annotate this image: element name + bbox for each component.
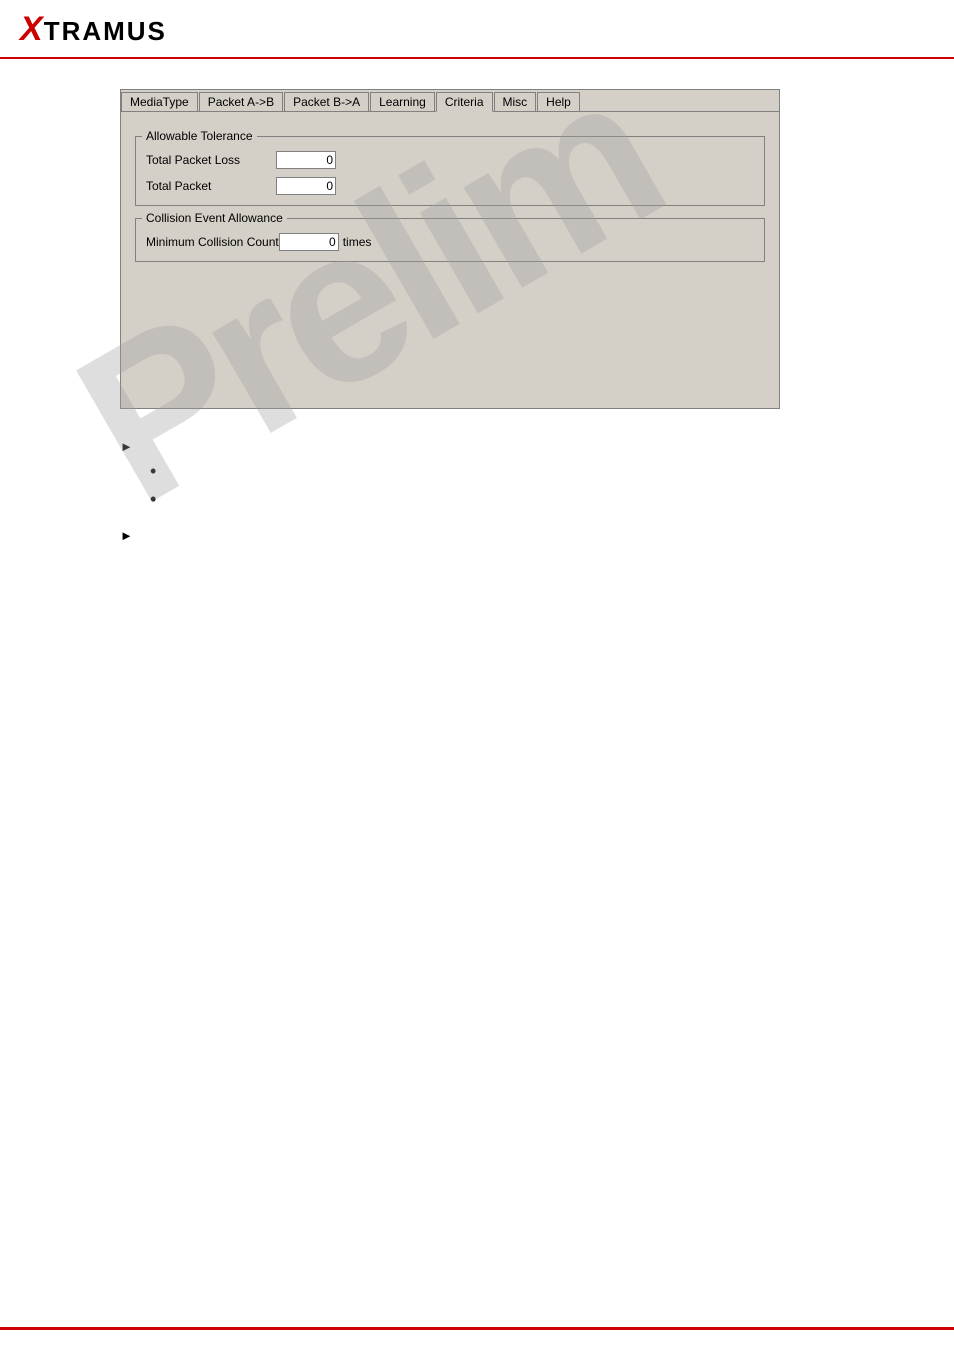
bullet-list-1: • • [150, 462, 934, 508]
tab-misc[interactable]: Misc [494, 92, 537, 111]
allowable-tolerance-legend: Allowable Tolerance [142, 129, 257, 143]
total-packet-loss-input[interactable] [276, 151, 336, 169]
tab-learning[interactable]: Learning [370, 92, 435, 111]
body-text: ► • • ► [120, 439, 934, 543]
min-collision-count-input[interactable] [279, 233, 339, 251]
total-packet-loss-label: Total Packet Loss [146, 153, 276, 167]
tab-mediatype[interactable]: MediaType [121, 92, 198, 111]
arrow-icon-1: ► [120, 439, 133, 454]
total-packet-label: Total Packet [146, 179, 276, 193]
allowable-tolerance-group: Allowable Tolerance Total Packet Loss To… [135, 136, 765, 206]
tab-criteria[interactable]: Criteria [436, 92, 493, 112]
tab-bar: MediaType Packet A->B Packet B->A Learni… [121, 90, 779, 112]
min-collision-count-label: Minimum Collision Count [146, 235, 279, 249]
min-collision-count-row: Minimum Collision Count times [146, 233, 754, 251]
bullet-item-2: • [150, 490, 934, 508]
arrow-item-2: ► [120, 528, 934, 543]
collision-event-group: Collision Event Allowance Minimum Collis… [135, 218, 765, 262]
logo: XTRAMUS [20, 10, 167, 49]
main-content: MediaType Packet A->B Packet B->A Learni… [0, 59, 954, 571]
panel-body: Allowable Tolerance Total Packet Loss To… [121, 112, 779, 286]
bullet-dot-1: • [150, 462, 156, 480]
total-packet-row: Total Packet [146, 177, 754, 195]
total-packet-input[interactable] [276, 177, 336, 195]
logo-rest: TRAMUS [44, 16, 167, 46]
collision-event-legend: Collision Event Allowance [142, 211, 287, 225]
header: XTRAMUS [0, 0, 954, 59]
min-collision-count-unit: times [343, 235, 372, 249]
tab-help[interactable]: Help [537, 92, 580, 111]
tab-packet-ab[interactable]: Packet A->B [199, 92, 283, 111]
logo-x: X [20, 10, 44, 48]
tab-packet-ba[interactable]: Packet B->A [284, 92, 369, 111]
bullet-dot-2: • [150, 490, 156, 508]
tab-panel: MediaType Packet A->B Packet B->A Learni… [120, 89, 780, 409]
footer-line [0, 1327, 954, 1330]
arrow-item-1: ► [120, 439, 934, 454]
total-packet-loss-row: Total Packet Loss [146, 151, 754, 169]
bullet-item-1: • [150, 462, 934, 480]
arrow-icon-2: ► [120, 528, 133, 543]
